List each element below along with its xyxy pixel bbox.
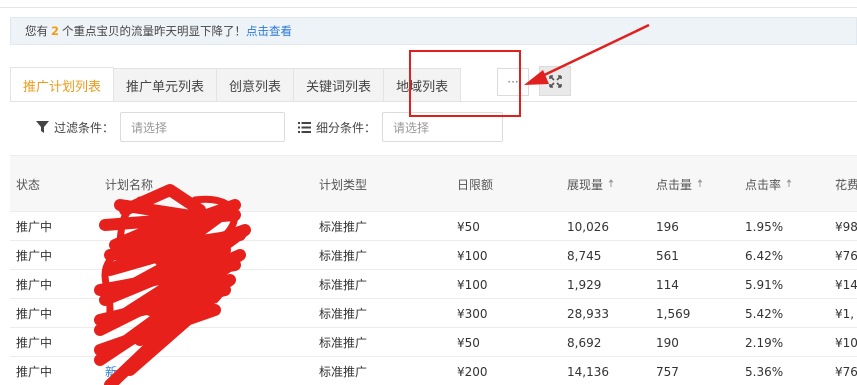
cell-daily-budget: ¥300	[457, 306, 488, 321]
table-row: 推广中 标准推广 ¥50 8,692 190 2.19% ¥10	[10, 328, 857, 357]
cell-plan-type: 标准推广	[319, 365, 368, 379]
cell-ctr: 5.91%	[745, 277, 784, 292]
cell-ctr: 2.19%	[745, 335, 784, 350]
table-body: 推广中 标准推广 ¥50 10,026 196 1.95% ¥98 推广中 标准推广 ¥100 8,…	[10, 212, 857, 385]
table-row: 推广中 新 标准推广 ¥200 14,136 757 5.36% ¥76	[10, 357, 857, 385]
cell-clicks: 114	[656, 277, 679, 292]
fullscreen-button[interactable]	[539, 66, 571, 96]
cell-cost: ¥10	[835, 335, 857, 350]
cell-status: 推广中	[16, 220, 53, 234]
cell-plan-type: 标准推广	[319, 307, 368, 321]
col-clicks[interactable]: 点击量 🠅	[656, 156, 703, 213]
notice-prefix: 您有	[25, 24, 48, 38]
plan-table: 状态 计划名称 计划类型 日限额 展现量 🠅 点击量 🠅 点击率 🠅 花费 推广中标准…	[10, 155, 857, 385]
more-tabs-button[interactable]: ···	[497, 68, 529, 96]
top-strip	[0, 0, 857, 8]
segment-condition: 细分条件： 请选择	[298, 112, 504, 142]
traffic-drop-notice: 您有 2 个重点宝贝的流量昨天明显下降了！ 点击查看	[10, 17, 857, 45]
cell-plan-type: 标准推广	[319, 336, 368, 350]
sort-up-icon[interactable]: 🠅	[697, 175, 703, 194]
segment-label-text: 细分条件：	[316, 120, 377, 135]
cell-status: 推广中	[16, 307, 53, 321]
cell-cost: ¥1,	[835, 306, 855, 321]
sort-up-icon[interactable]: 🠅	[786, 175, 792, 194]
cell-cost: ¥14	[835, 277, 857, 292]
cell-impressions: 8,692	[567, 335, 602, 350]
filter-label: 过滤条件：	[36, 119, 114, 136]
cell-clicks: 196	[656, 219, 679, 234]
cell-status: 推广中	[16, 249, 53, 263]
cell-cost: ¥76	[835, 364, 857, 379]
col-ctr[interactable]: 点击率 🠅	[745, 156, 792, 213]
cell-clicks: 561	[656, 248, 679, 263]
cell-ctr: 6.42%	[745, 248, 784, 263]
cell-daily-budget: ¥100	[457, 248, 488, 263]
ellipsis-icon: ···	[507, 75, 519, 89]
tab-creative-list[interactable]: 创意列表	[216, 68, 295, 102]
cell-status: 推广中	[16, 336, 53, 350]
cell-clicks: 757	[656, 364, 679, 379]
col-plan-type: 计划类型	[319, 178, 368, 192]
tab-region-list[interactable]: 地域列表	[383, 68, 462, 102]
cell-impressions: 10,026	[567, 219, 609, 234]
cell-impressions: 14,136	[567, 364, 609, 379]
cell-daily-budget: ¥200	[457, 364, 488, 379]
cell-clicks: 190	[656, 335, 679, 350]
notice-count: 2	[51, 24, 60, 38]
cell-ctr: 1.95%	[745, 219, 784, 234]
list-icon	[298, 121, 311, 133]
table-row: 推广中 标准推广 ¥300 28,933 1,569 5.42% ¥1,	[10, 299, 857, 328]
segment-placeholder: 请选择	[393, 120, 430, 135]
cell-clicks: 1,569	[656, 306, 691, 321]
funnel-icon	[36, 121, 49, 133]
cell-status: 推广中	[16, 365, 53, 379]
segment-label: 细分条件：	[298, 119, 376, 136]
cell-ctr: 5.36%	[745, 364, 784, 379]
cell-cost: ¥76	[835, 248, 857, 263]
col-plan-name: 计划名称	[105, 178, 154, 192]
cell-impressions: 8,745	[567, 248, 602, 263]
filter-label-text: 过滤条件：	[54, 120, 115, 135]
expand-icon	[548, 74, 562, 88]
cell-plan-type: 标准推广	[319, 220, 368, 234]
notice-text: 个重点宝贝的流量昨天明显下降了！	[62, 24, 247, 38]
col-impressions[interactable]: 展现量 🠅	[567, 156, 614, 213]
list-tabs: 推广计划列表 推广单元列表 创意列表 关键词列表 地域列表	[10, 67, 462, 102]
col-daily-budget: 日限额	[457, 178, 494, 192]
filter-placeholder: 请选择	[131, 120, 168, 135]
table-row: 推广中 标准推广 ¥100 1,929 114 5.91% ¥14	[10, 270, 857, 299]
cell-cost: ¥98	[835, 219, 857, 234]
col-status: 状态	[16, 178, 41, 192]
notice-view-link[interactable]: 点击查看	[246, 23, 292, 39]
cell-plan-type: 标准推广	[319, 249, 368, 263]
segment-select[interactable]: 请选择	[382, 112, 504, 142]
filter-condition: 过滤条件： 请选择	[36, 112, 286, 142]
table-row: 推广中 标准推广 ¥50 10,026 196 1.95% ¥98	[10, 212, 857, 241]
cell-ctr: 5.42%	[745, 306, 784, 321]
cell-daily-budget: ¥100	[457, 277, 488, 292]
sort-up-icon[interactable]: 🠅	[608, 175, 614, 194]
tab-plan-list[interactable]: 推广计划列表	[10, 67, 115, 102]
cell-impressions: 1,929	[567, 277, 602, 292]
cell-impressions: 28,933	[567, 306, 609, 321]
table-header: 状态 计划名称 计划类型 日限额 展现量 🠅 点击量 🠅 点击率 🠅 花费	[10, 155, 857, 212]
cell-daily-budget: ¥50	[457, 219, 480, 234]
col-cost: 花费	[835, 178, 857, 192]
tab-unit-list[interactable]: 推广单元列表	[113, 68, 218, 102]
tab-divider	[10, 101, 857, 102]
cell-status: 推广中	[16, 278, 53, 292]
cell-daily-budget: ¥50	[457, 335, 480, 350]
tab-keyword-list[interactable]: 关键词列表	[293, 68, 385, 102]
filter-select[interactable]: 请选择	[120, 112, 286, 142]
cell-plan-name[interactable]: 新	[105, 357, 117, 385]
cell-plan-type: 标准推广	[319, 278, 368, 292]
table-row: 推广中 标准推广 ¥100 8,745 561 6.42% ¥76	[10, 241, 857, 270]
